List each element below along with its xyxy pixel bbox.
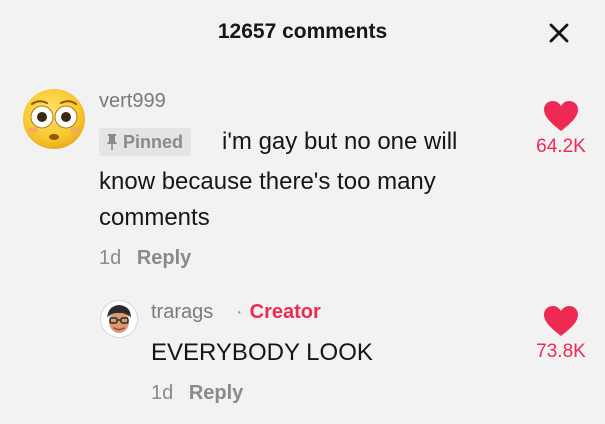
comment-text-line: i'm gay but no one will [222, 128, 458, 155]
creator-separator: · [236, 301, 243, 323]
like-count: 64.2K [536, 136, 586, 157]
user-avatar[interactable] [22, 87, 86, 151]
like-count: 73.8K [536, 341, 586, 362]
pinned-label: Pinned [123, 131, 184, 152]
comment-meta: 1d Reply [99, 247, 191, 270]
reply-button[interactable]: Reply [137, 247, 191, 269]
comment-username[interactable]: trarags [151, 301, 213, 324]
heart-icon [516, 305, 605, 337]
comments-panel: 12657 comments vert999 Pinned i'm gay bu… [0, 0, 605, 424]
pinned-badge: Pinned [99, 128, 192, 156]
pin-icon [105, 134, 119, 150]
comment-text-line: comments [99, 204, 210, 231]
comment-time: 1d [99, 247, 122, 269]
comment-time: 1d [151, 382, 174, 404]
heart-icon [516, 100, 605, 132]
creator-avatar[interactable] [100, 300, 138, 338]
like-button[interactable]: 64.2K [516, 100, 605, 158]
comment-username[interactable]: vert999 [99, 90, 166, 113]
like-button[interactable]: 73.8K [516, 305, 605, 363]
creator-label: Creator [249, 301, 321, 323]
close-icon[interactable] [544, 18, 574, 48]
comments-count-title: 12657 comments [217, 20, 388, 43]
creator-tag: · Creator [236, 301, 321, 324]
comment-text: EVERYBODY LOOK [151, 339, 373, 366]
reply-button[interactable]: Reply [189, 382, 243, 404]
comment-meta: 1d Reply [151, 382, 243, 405]
comment-text-line: know because there's too many [99, 168, 436, 195]
